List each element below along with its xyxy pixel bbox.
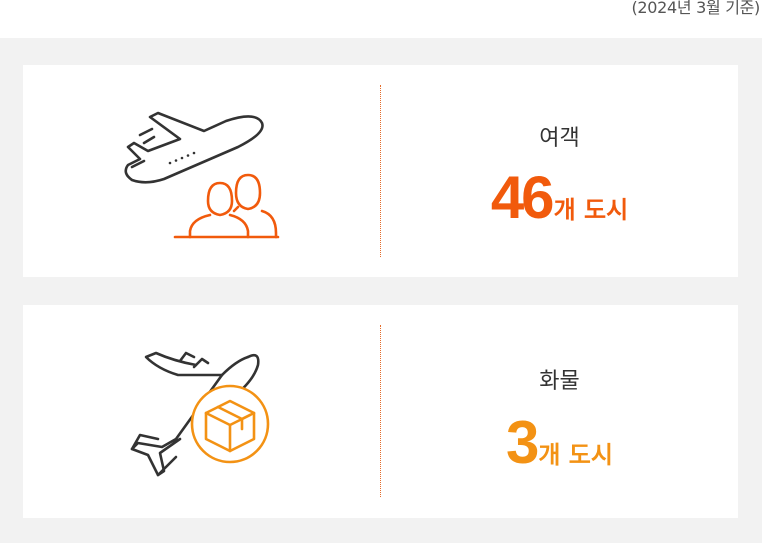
network-stats: (2024년 3월 기준) 여객 46개 도시 화물 3개 도시 bbox=[0, 0, 762, 543]
cargo-stat: 화물 3개 도시 bbox=[381, 305, 738, 518]
passenger-unit: 개 도시 bbox=[553, 196, 629, 224]
cargo-value-line: 3개 도시 bbox=[381, 408, 738, 477]
passenger-city-count: 46 bbox=[490, 164, 555, 231]
passenger-card: 여객 46개 도시 bbox=[23, 65, 738, 277]
as-of-date: (2024년 3월 기준) bbox=[631, 0, 760, 17]
plane-takeoff-people-icon bbox=[124, 111, 280, 239]
cargo-city-count: 3 bbox=[506, 409, 539, 476]
passenger-label: 여객 bbox=[539, 126, 580, 151]
plane-cargo-box-icon bbox=[130, 351, 270, 477]
cargo-label: 화물 bbox=[539, 369, 580, 394]
cargo-card: 화물 3개 도시 bbox=[23, 305, 738, 518]
passenger-value-line: 46개 도시 bbox=[381, 163, 738, 232]
cargo-unit: 개 도시 bbox=[538, 441, 613, 469]
passenger-icon-area bbox=[23, 65, 380, 277]
passenger-stat: 여객 46개 도시 bbox=[381, 65, 738, 277]
cargo-icon-area bbox=[23, 305, 380, 518]
